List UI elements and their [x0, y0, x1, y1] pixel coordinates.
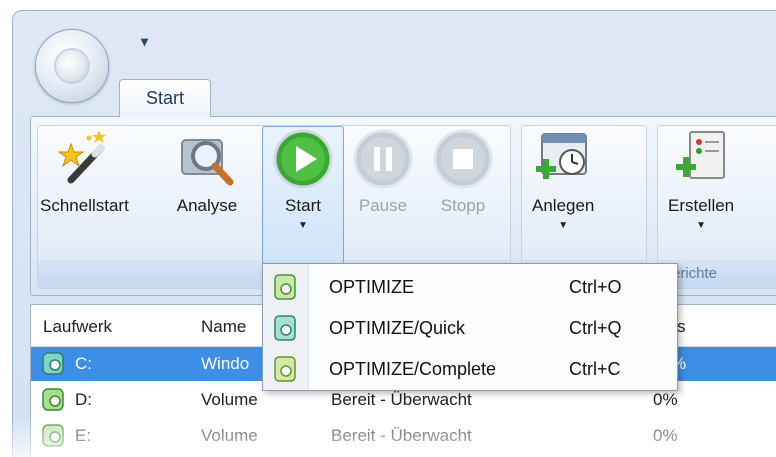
- menu-item-optimize-quick[interactable]: OPTIMIZE/Quick Ctrl+Q: [263, 308, 677, 348]
- pause-button[interactable]: Pause: [352, 128, 414, 254]
- quickstart-label: Schnellstart: [40, 196, 129, 215]
- drive-icon: [42, 352, 64, 375]
- application-menu-button[interactable]: [35, 29, 109, 103]
- drive-percent: 0%: [653, 390, 678, 409]
- start-dropdown-arrow[interactable]: ▼: [298, 220, 308, 231]
- menu-item-optimize-complete[interactable]: OPTIMIZE/Complete Ctrl+C: [263, 349, 677, 389]
- menu-item-shortcut: Ctrl+Q: [569, 318, 622, 338]
- menu-item-label: OPTIMIZE/Quick: [329, 318, 466, 338]
- optimize-quick-drive-icon: [274, 315, 296, 341]
- drive-percent: 0%: [653, 426, 678, 445]
- magic-wand-icon: [57, 130, 107, 184]
- pause-icon: [353, 129, 413, 189]
- tab-start-label: Start: [145, 88, 184, 108]
- create-report-label: Erstellen: [668, 196, 735, 215]
- analyse-button[interactable]: Analyse: [176, 128, 238, 254]
- drive-row-e[interactable]: E: Volume Bereit - Überwacht 0%: [31, 419, 776, 453]
- col-header-drive[interactable]: Laufwerk: [43, 317, 112, 337]
- drive-status: Bereit - Überwacht: [331, 426, 472, 445]
- col-header-edge[interactable]: s: [677, 317, 686, 337]
- start-label: Start: [285, 196, 321, 215]
- create-job-dropdown-arrow[interactable]: ▼: [558, 220, 568, 231]
- menu-item-shortcut: Ctrl+C: [569, 359, 621, 379]
- quickstart-button[interactable]: Schnellstart: [40, 128, 129, 254]
- start-dropdown-menu: OPTIMIZE Ctrl+O OPTIMIZE/Quick Ctrl+Q OP…: [262, 263, 678, 391]
- magnifier-disk-icon: [181, 139, 234, 186]
- drive-icon: [42, 424, 64, 447]
- drive-status: Bereit - Überwacht: [331, 390, 472, 409]
- add-clock-window-icon: [536, 133, 588, 179]
- create-job-button[interactable]: Anlegen ▼: [532, 128, 594, 254]
- menu-item-label: OPTIMIZE/Complete: [329, 359, 497, 379]
- drive-name: Windo: [201, 354, 250, 373]
- optimize-complete-drive-icon: [274, 356, 296, 382]
- tab-start[interactable]: Start: [119, 79, 211, 117]
- add-report-icon: [676, 131, 726, 179]
- create-report-dropdown-arrow[interactable]: ▼: [696, 220, 706, 231]
- drive-icon: [42, 388, 64, 411]
- drive-name: Volume: [201, 426, 258, 445]
- quick-access-toolbar-arrow[interactable]: ▾: [141, 33, 148, 50]
- app-logo-icon: [54, 48, 90, 84]
- menu-item-optimize[interactable]: OPTIMIZE Ctrl+O: [263, 267, 677, 307]
- analyse-label: Analyse: [176, 196, 238, 215]
- menu-item-label: OPTIMIZE: [329, 277, 414, 297]
- optimize-drive-icon: [274, 274, 296, 300]
- drive-letter: C:: [75, 354, 92, 373]
- drive-letter: D:: [75, 390, 92, 409]
- menu-item-shortcut: Ctrl+O: [569, 277, 622, 297]
- col-header-name[interactable]: Name: [201, 317, 246, 337]
- start-button[interactable]: Start ▼: [272, 128, 334, 254]
- drive-letter: E:: [75, 426, 92, 445]
- stop-button[interactable]: Stopp: [432, 128, 494, 254]
- create-job-label: Anlegen: [532, 196, 595, 215]
- drive-name: Volume: [201, 390, 258, 409]
- create-report-button[interactable]: Erstellen ▼: [668, 128, 734, 254]
- pause-label: Pause: [358, 196, 408, 215]
- stop-icon: [433, 129, 493, 189]
- play-icon: [273, 129, 333, 189]
- stop-label: Stopp: [440, 196, 486, 215]
